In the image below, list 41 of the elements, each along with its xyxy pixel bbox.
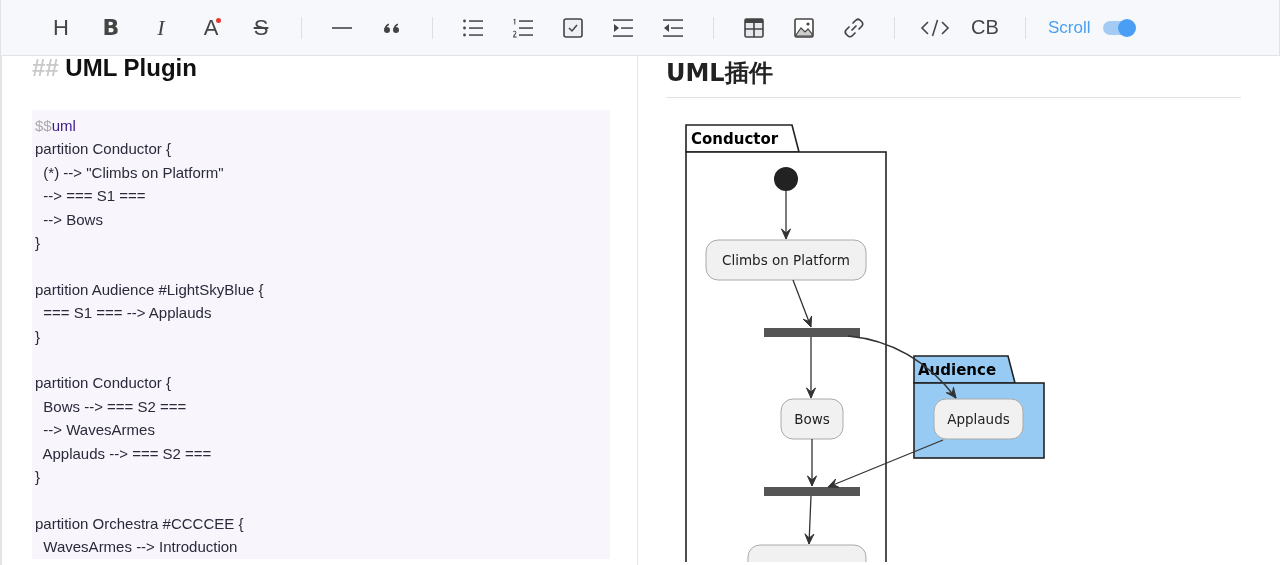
preview-heading: UML插件 [666,56,1241,98]
code-line: Applauds --> === S2 === [41,443,213,464]
code-line: partition Orchestra #CCCCEE { [35,513,245,534]
arrow [807,438,817,487]
arrow [792,279,813,328]
activity-label: Climbs on Platform [722,252,850,268]
scroll-label: Scroll [1048,17,1091,38]
image-icon[interactable] [792,15,816,40]
scroll-toggle[interactable] [1102,20,1135,35]
code-line: === S1 === --> Applauds [42,303,213,324]
code-line: } [35,233,41,254]
link-icon[interactable] [842,15,866,40]
code-line: --> WavesArmes [42,420,156,441]
code-line: Bows --> === S2 === [42,396,188,417]
start-node [774,167,798,191]
checkbox-icon[interactable] [561,15,585,40]
code-line: } [35,326,41,347]
code-line: $$uml [35,116,77,136]
code-block-button[interactable]: CB [965,11,1005,44]
activity-node [780,398,844,440]
bold-button[interactable]: B [91,11,131,44]
code-line: --> Bows [42,209,104,230]
heading-button[interactable]: H [41,11,81,44]
code-line: WavesArmes --> Introduction [42,537,239,558]
code-line: partition Audience #LightSkyBlue { [35,279,265,300]
table-icon[interactable] [742,15,766,40]
strikethrough-button[interactable]: S [241,11,281,44]
markdown-heading: ## UML Plugin [32,54,198,82]
code-line: } [35,467,41,488]
activity-label: Bows [794,411,830,427]
code-line: (*) --> "Climbs on Platform" [42,162,225,183]
partition-title: Conductor [691,130,779,148]
activity-label: Applauds [947,411,1010,427]
code-line: partition Conductor { [35,139,172,160]
arrow [804,495,815,545]
arrow [806,336,816,399]
code-line: partition Conductor { [35,373,172,394]
code-line: --> === S1 === [42,186,147,207]
arrow [781,190,791,240]
font-color-button[interactable]: A [191,11,231,44]
italic-button[interactable]: I [141,11,181,44]
